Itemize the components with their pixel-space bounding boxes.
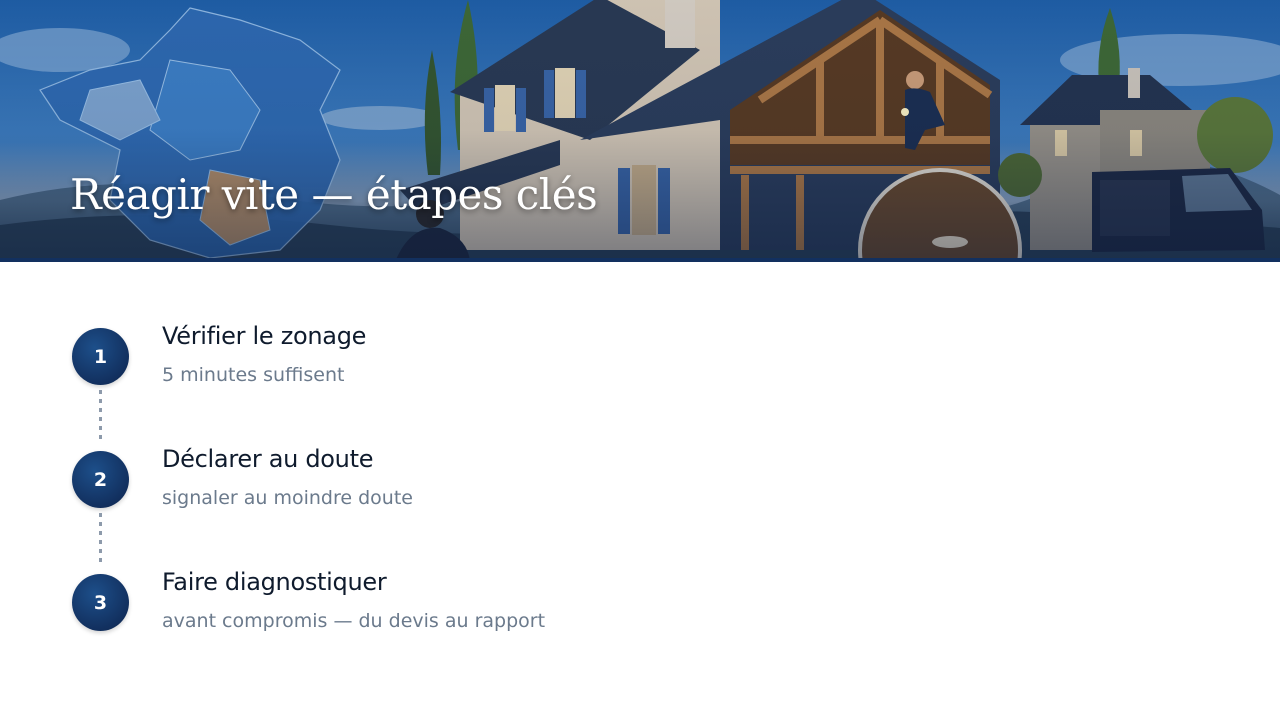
step-subtitle: signaler au moindre doute <box>162 487 413 509</box>
step-item: 3 Faire diagnostiquer avant compromis — … <box>72 568 872 691</box>
hero-overlay <box>0 0 1280 258</box>
page-title: Réagir vite — étapes clés <box>70 170 598 219</box>
step-title: Vérifier le zonage <box>162 322 367 350</box>
step-subtitle: 5 minutes suffisent <box>162 364 345 386</box>
step-connector <box>99 390 102 444</box>
steps-timeline: 1 Vérifier le zonage 5 minutes suffisent… <box>72 322 872 691</box>
hero-banner: Réagir vite — étapes clés <box>0 0 1280 262</box>
step-connector <box>99 513 102 567</box>
step-item: 2 Déclarer au doute signaler au moindre … <box>72 445 872 568</box>
step-item: 1 Vérifier le zonage 5 minutes suffisent <box>72 322 872 445</box>
step-title: Déclarer au doute <box>162 445 374 473</box>
step-number-badge: 1 <box>72 328 129 385</box>
step-title: Faire diagnostiquer <box>162 568 387 596</box>
step-subtitle: avant compromis — du devis au rapport <box>162 610 546 632</box>
step-number-badge: 2 <box>72 451 129 508</box>
step-number-badge: 3 <box>72 574 129 631</box>
